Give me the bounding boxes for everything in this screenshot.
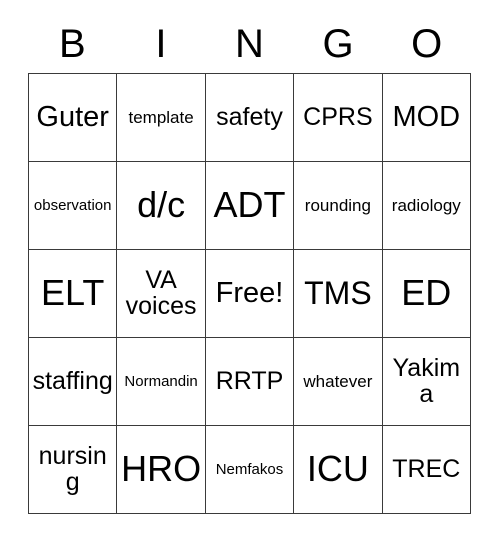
bingo-cell[interactable]: staffing	[29, 338, 118, 426]
bingo-cell-label: Nemfakos	[215, 460, 284, 478]
bingo-cell-label: ED	[401, 272, 452, 314]
bingo-grid: Guter template safety CPRS MOD observation d/c…	[28, 73, 471, 514]
bingo-cell[interactable]: ED	[382, 250, 471, 338]
bingo-cell[interactable]: VA voices	[117, 250, 206, 338]
bingo-cell-label: d/c	[137, 184, 186, 226]
bingo-header-row: B I N G O	[28, 18, 471, 70]
bingo-cell[interactable]: whatever	[294, 338, 383, 426]
bingo-cell[interactable]: nursing	[29, 426, 118, 514]
bingo-cell[interactable]: Yakima	[382, 338, 471, 426]
header-letter-n: N	[235, 22, 264, 66]
bingo-cell-label: MOD	[392, 100, 461, 133]
header-letter-i: I	[155, 22, 167, 66]
bingo-cell-label: RRTP	[215, 366, 284, 395]
bingo-cell-free-space[interactable]: Free!	[205, 250, 295, 338]
bingo-cell[interactable]: ICU	[294, 426, 383, 514]
bingo-cell[interactable]: TMS	[294, 250, 383, 338]
bingo-cell[interactable]: template	[117, 74, 206, 162]
bingo-cell[interactable]: radiology	[382, 162, 471, 250]
bingo-cell-label: Free!	[215, 276, 284, 309]
bingo-cell-label: nursing	[38, 442, 107, 496]
bingo-cell-label: TREC	[392, 454, 461, 483]
bingo-cell-label: ADT	[213, 184, 286, 226]
bingo-cell-label: HRO	[121, 448, 202, 490]
bingo-cell-label: Guter	[36, 100, 109, 133]
bingo-cell-label: rounding	[304, 195, 371, 215]
header-letter-g: G	[322, 22, 354, 66]
bingo-cell[interactable]: safety	[205, 74, 295, 162]
bingo-cell-label: CPRS	[303, 102, 373, 131]
bingo-cell[interactable]: Normandin	[117, 338, 206, 426]
bingo-cell[interactable]: ADT	[205, 162, 295, 250]
bingo-cell[interactable]: rounding	[294, 162, 383, 250]
bingo-cell[interactable]: Nemfakos	[205, 426, 295, 514]
bingo-cell[interactable]: CPRS	[294, 74, 383, 162]
bingo-cell-label: radiology	[391, 195, 461, 215]
bingo-cell[interactable]: RRTP	[205, 338, 295, 426]
bingo-cell-label: safety	[216, 102, 283, 131]
header-letter-o: O	[411, 22, 443, 66]
bingo-cell-label: staffing	[32, 366, 113, 395]
bingo-cell-label: Yakima	[392, 354, 461, 408]
header-letter-b: B	[58, 22, 86, 66]
bingo-cell-label: Normandin	[124, 372, 198, 390]
bingo-cell[interactable]: Guter	[29, 74, 118, 162]
bingo-cell[interactable]: HRO	[117, 426, 206, 514]
bingo-cell-label: ICU	[306, 448, 369, 490]
bingo-cell[interactable]: TREC	[382, 426, 471, 514]
bingo-cell-label: observation	[33, 196, 112, 214]
bingo-cell[interactable]: ELT	[29, 250, 118, 338]
bingo-cell-label: template	[128, 107, 194, 127]
bingo-cell[interactable]: MOD	[382, 74, 471, 162]
bingo-cell-label: TMS	[304, 275, 372, 312]
bingo-cell-label: ELT	[41, 272, 105, 314]
bingo-cell[interactable]: d/c	[117, 162, 206, 250]
bingo-cell[interactable]: observation	[29, 162, 118, 250]
bingo-cell-label: whatever	[303, 371, 373, 391]
bingo-cell-label: VA voices	[125, 266, 197, 320]
bingo-card: B I N G O Guter template safety CPRS MOD obse…	[0, 0, 500, 544]
